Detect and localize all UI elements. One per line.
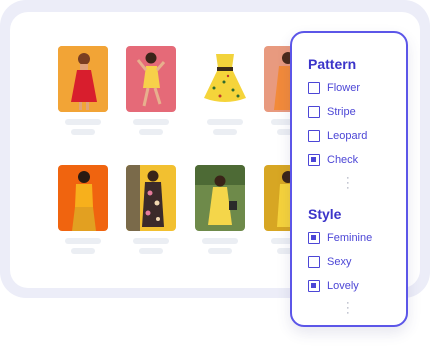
filter-option-label: Stripe: [327, 106, 356, 118]
title-placeholder: [65, 238, 101, 244]
checkbox[interactable]: [308, 82, 320, 94]
checkbox-checked[interactable]: [308, 154, 320, 166]
checkbox[interactable]: [308, 130, 320, 142]
style-section-title: Style: [308, 206, 342, 222]
filter-option-label: Feminine: [327, 232, 373, 244]
product-image: [200, 46, 250, 112]
filter-option-label: Flower: [327, 82, 361, 94]
product-card[interactable]: [200, 46, 250, 135]
checkbox[interactable]: [308, 106, 320, 118]
filter-option-stripe[interactable]: Stripe: [308, 105, 356, 119]
checkbox[interactable]: [308, 256, 320, 268]
product-card[interactable]: [126, 46, 176, 135]
filter-option-label: Leopard: [327, 130, 368, 142]
title-placeholder: [133, 119, 169, 125]
checkbox-checked[interactable]: [308, 280, 320, 292]
filter-option-leopard[interactable]: Leopard: [308, 129, 367, 143]
filter-option-check[interactable]: Check: [308, 153, 358, 167]
title-placeholder: [133, 238, 169, 244]
price-placeholder: [139, 129, 163, 135]
filter-option-flower[interactable]: Flower: [308, 81, 360, 95]
product-card[interactable]: [58, 46, 108, 135]
vertical-ellipsis-icon[interactable]: · · ·: [346, 173, 350, 194]
title-placeholder: [207, 119, 243, 125]
filter-option-label: Sexy: [327, 256, 352, 268]
product-card[interactable]: [126, 165, 176, 254]
product-image: [58, 165, 108, 231]
price-placeholder: [139, 248, 163, 254]
vertical-ellipsis-icon[interactable]: · · ·: [346, 298, 350, 319]
filter-option-lovely[interactable]: Lovely: [308, 279, 359, 293]
price-placeholder: [71, 248, 95, 254]
price-placeholder: [213, 129, 237, 135]
checkbox-checked[interactable]: [308, 232, 320, 244]
pattern-section-title: Pattern: [308, 56, 357, 72]
product-image: [126, 46, 176, 112]
product-image: [195, 165, 245, 231]
filter-option-label: Lovely: [327, 280, 359, 292]
filter-panel: Pattern Flower Stripe Leopard Check · · · …: [290, 31, 408, 327]
filter-option-sexy[interactable]: Sexy: [308, 255, 351, 269]
product-card[interactable]: [195, 165, 245, 254]
price-placeholder: [208, 248, 232, 254]
filter-option-label: Check: [327, 154, 359, 166]
product-image: [126, 165, 176, 231]
title-placeholder: [202, 238, 238, 244]
product-card[interactable]: [58, 165, 108, 254]
price-placeholder: [71, 129, 95, 135]
product-image: [58, 46, 108, 112]
title-placeholder: [65, 119, 101, 125]
filter-option-feminine[interactable]: Feminine: [308, 231, 372, 245]
